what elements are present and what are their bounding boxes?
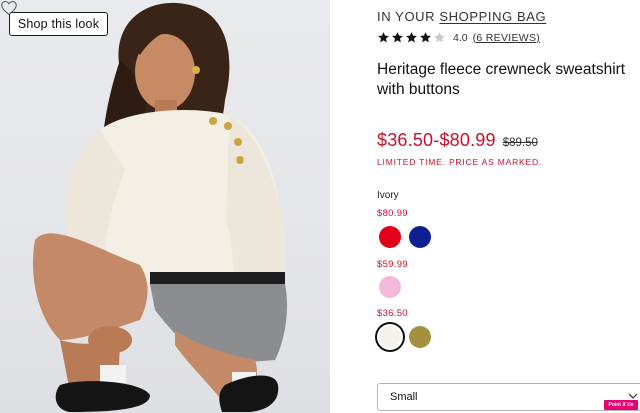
product-details: IN YOUR SHOPPING BAG 4.0 (6 REVIEWS) Her… [377, 0, 640, 413]
size-select[interactable]: Small [377, 383, 640, 411]
star-filled-icon [406, 32, 417, 43]
swatch-olive[interactable] [409, 326, 431, 348]
selected-color-name: Ivory [377, 190, 399, 201]
in-bag-notice: IN YOUR SHOPPING BAG [377, 9, 546, 24]
product-title: Heritage fleece crewneck sweatshirt with… [377, 60, 640, 100]
shopping-bag-link[interactable]: SHOPPING BAG [439, 9, 546, 24]
chevron-down-icon [628, 393, 638, 399]
star-filled-icon [378, 32, 389, 43]
star-filled-icon [420, 32, 431, 43]
star-empty-icon [434, 32, 445, 43]
tier-price: $80.99 [377, 208, 408, 219]
swatch-ivory[interactable] [379, 326, 401, 348]
swatch-red[interactable] [379, 226, 401, 248]
pin-it-button[interactable]: Point X Ue [604, 400, 638, 410]
tier-price: $59.99 [377, 259, 408, 270]
reviews-link[interactable]: (6 REVIEWS) [473, 32, 540, 44]
original-price: $89.50 [502, 137, 538, 149]
rating: 4.0 (6 REVIEWS) [377, 31, 540, 44]
sale-price-range: $36.50-$80.99 [377, 130, 496, 150]
product-title-line: Heritage fleece crewneck sweatshirt [377, 61, 626, 78]
shop-this-look-button[interactable]: Shop this look [9, 12, 108, 36]
promo-message: LIMITED TIME. PRICE AS MARKED. [377, 157, 543, 167]
product-photo: Shop this look [0, 0, 330, 413]
model-illustration [32, 2, 287, 412]
tier-price: $36.50 [377, 308, 408, 319]
swatch-pink[interactable] [379, 276, 401, 298]
heart-outline-icon[interactable] [0, 0, 18, 16]
price-row: $36.50-$80.99 $89.50 [377, 130, 538, 151]
size-select-value: Small [390, 391, 418, 403]
in-bag-prefix: IN YOUR [377, 9, 436, 24]
swatch-navy[interactable] [409, 226, 431, 248]
product-title-line: with buttons [377, 81, 460, 98]
rating-score: 4.0 [453, 31, 468, 44]
star-filled-icon [392, 32, 403, 43]
